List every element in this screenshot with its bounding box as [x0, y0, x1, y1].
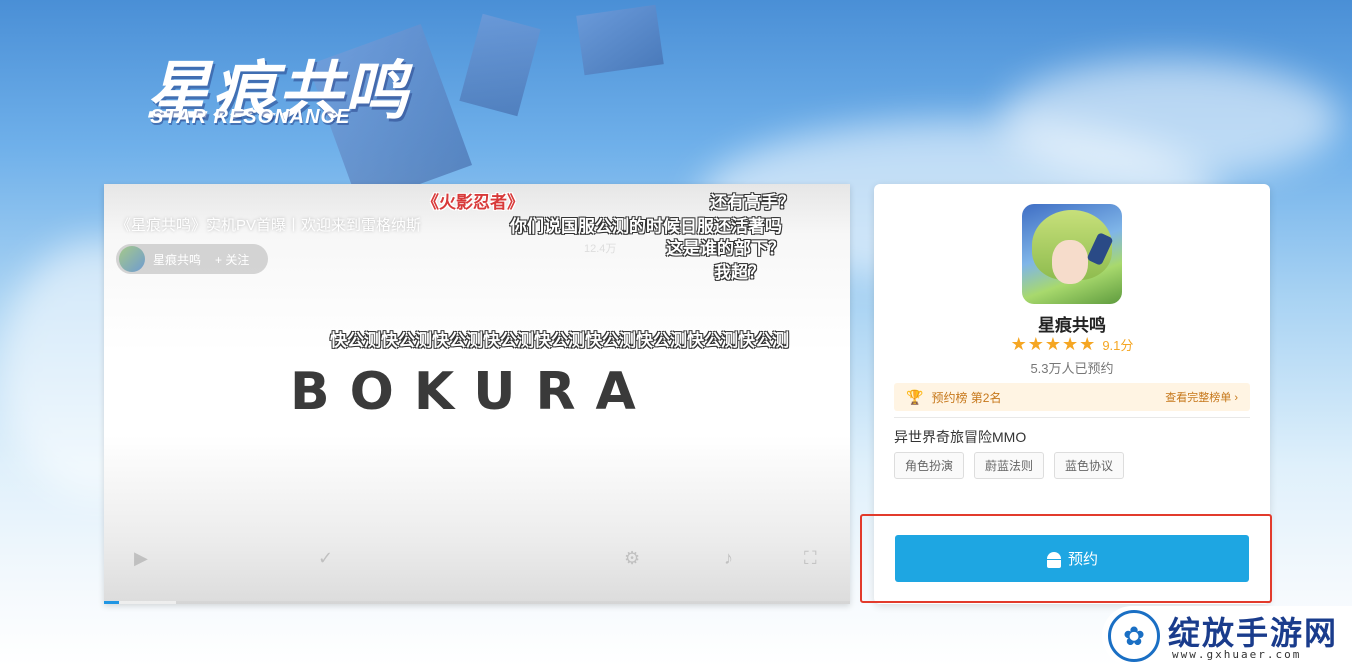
video-author-chip[interactable]: 星痕共鸣 + 关注: [116, 244, 268, 274]
danmaku-comment: 还有高手？: [710, 193, 795, 212]
tag[interactable]: 蔚蓝法则: [974, 452, 1045, 479]
background-floating-rock: [459, 13, 541, 117]
tag[interactable]: 角色扮演: [894, 452, 965, 479]
tag-list: 角色扮演 蔚蓝法则 蓝色协议: [894, 452, 1125, 479]
settings-icon[interactable]: ⚙: [624, 548, 640, 569]
fullscreen-icon[interactable]: ⛶: [804, 548, 817, 569]
chevron-right-icon: ›: [1234, 392, 1238, 404]
tag[interactable]: 蓝色协议: [1054, 452, 1125, 479]
author-name: 星痕共鸣: [153, 252, 202, 267]
rank-bar[interactable]: 🏆 预约榜 第2名 查看完整榜单 ›: [894, 383, 1250, 411]
site-logo: ✿ 绽放手游网 www.gxhuaer.com: [1102, 606, 1352, 666]
progress-fill: [104, 601, 119, 604]
rating: ★★★★★ 9.1分: [874, 334, 1270, 355]
play-icon[interactable]: ▶: [134, 548, 148, 569]
video-title: 《星痕共鸣》实机PV首曝丨欢迎来到雷格纳斯: [116, 217, 422, 234]
follow-button[interactable]: + 关注: [215, 251, 249, 268]
author-avatar: [119, 246, 145, 272]
video-controls: ▶ ✓ ⚙ ♪ ⛶: [104, 548, 850, 578]
octopus-logo-icon: ✿: [1108, 610, 1160, 662]
video-frame-logo: BOKURA: [290, 362, 656, 422]
rating-stars-icon: ★★★★★: [1010, 334, 1097, 354]
logo-title-en: STAR RESONANCE: [150, 106, 351, 128]
progress-track[interactable]: [104, 601, 850, 604]
reserve-count: 5.3万人已预约: [1030, 361, 1114, 376]
divider: [894, 417, 1250, 418]
danmaku-comment: 这是谁的部下？: [666, 239, 785, 258]
android-icon: [1046, 551, 1062, 568]
volume-icon[interactable]: ♪: [724, 548, 733, 569]
background-cloud: [1000, 60, 1340, 180]
rank-label: 预约榜 第2名: [931, 390, 1002, 405]
game-name: 星痕共鸣: [1038, 316, 1106, 335]
game-icon[interactable]: [1022, 204, 1122, 304]
danmaku-comment: 《火影忍者》: [422, 193, 524, 212]
rank-link-label: 查看完整榜单: [1165, 392, 1232, 404]
rating-score: 9.1分: [1102, 338, 1134, 353]
danmaku-comment: 快公测快公测快公测快公测快公测快公测快公测快公测快公测: [330, 331, 789, 350]
reserve-button-label: 预约: [1067, 551, 1098, 568]
rank-link[interactable]: 查看完整榜单 ›: [1165, 389, 1238, 405]
game-logo: 星痕共鸣 STAR RESONANCE: [146, 40, 426, 135]
danmaku-comment: 我超？: [714, 263, 765, 282]
background-floating-rock: [576, 4, 664, 76]
trophy-icon: 🏆: [906, 388, 924, 405]
game-description: 异世界奇旅冒险MMO: [894, 429, 1027, 445]
video-player[interactable]: 《星痕共鸣》实机PV首曝丨欢迎来到雷格纳斯 星痕共鸣 + 关注 12.4万 8 …: [104, 184, 850, 604]
reserve-button[interactable]: 预约: [895, 535, 1249, 582]
icon-art-face: [1052, 240, 1088, 284]
like-icon[interactable]: ✓: [318, 548, 333, 569]
site-url: www.gxhuaer.com: [1172, 648, 1302, 661]
view-count: 12.4万: [584, 243, 617, 255]
